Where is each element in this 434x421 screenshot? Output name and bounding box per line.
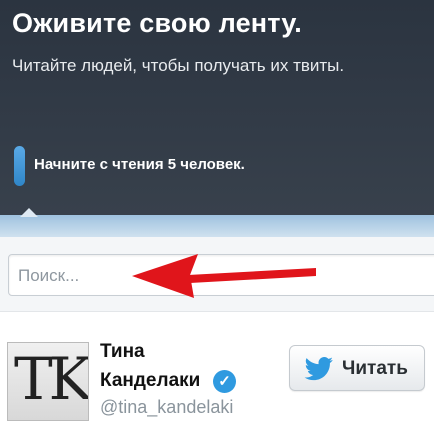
avatar-logo: TK xyxy=(14,345,89,413)
twitter-bird-icon xyxy=(304,357,333,381)
divider-band xyxy=(0,215,434,237)
user-name-line2[interactable]: Канделаки xyxy=(100,370,200,392)
avatar[interactable]: TK xyxy=(7,342,89,421)
progress-bar xyxy=(14,146,25,186)
user-name-line1[interactable]: Тина xyxy=(100,341,145,363)
verified-badge-icon: ✓ xyxy=(213,370,236,393)
onboarding-hero: Оживите свою ленту. Читайте людей, чтобы… xyxy=(0,0,434,215)
search-placeholder: Поиск... xyxy=(18,266,80,285)
step-label: Начните с чтения 5 человек. xyxy=(34,156,245,173)
user-handle: @tina_kandelaki xyxy=(100,397,234,417)
hero-title: Оживите свою ленту. xyxy=(12,8,302,38)
step-indicator: Начните с чтения 5 человек. xyxy=(14,146,434,186)
hero-subtitle: Читайте людей, чтобы получать их твиты. xyxy=(12,56,345,75)
pointer-caret xyxy=(20,208,38,217)
follow-button-label: Читать xyxy=(342,358,408,379)
follow-button[interactable]: Читать xyxy=(289,345,425,391)
red-arrow-icon xyxy=(132,254,316,298)
